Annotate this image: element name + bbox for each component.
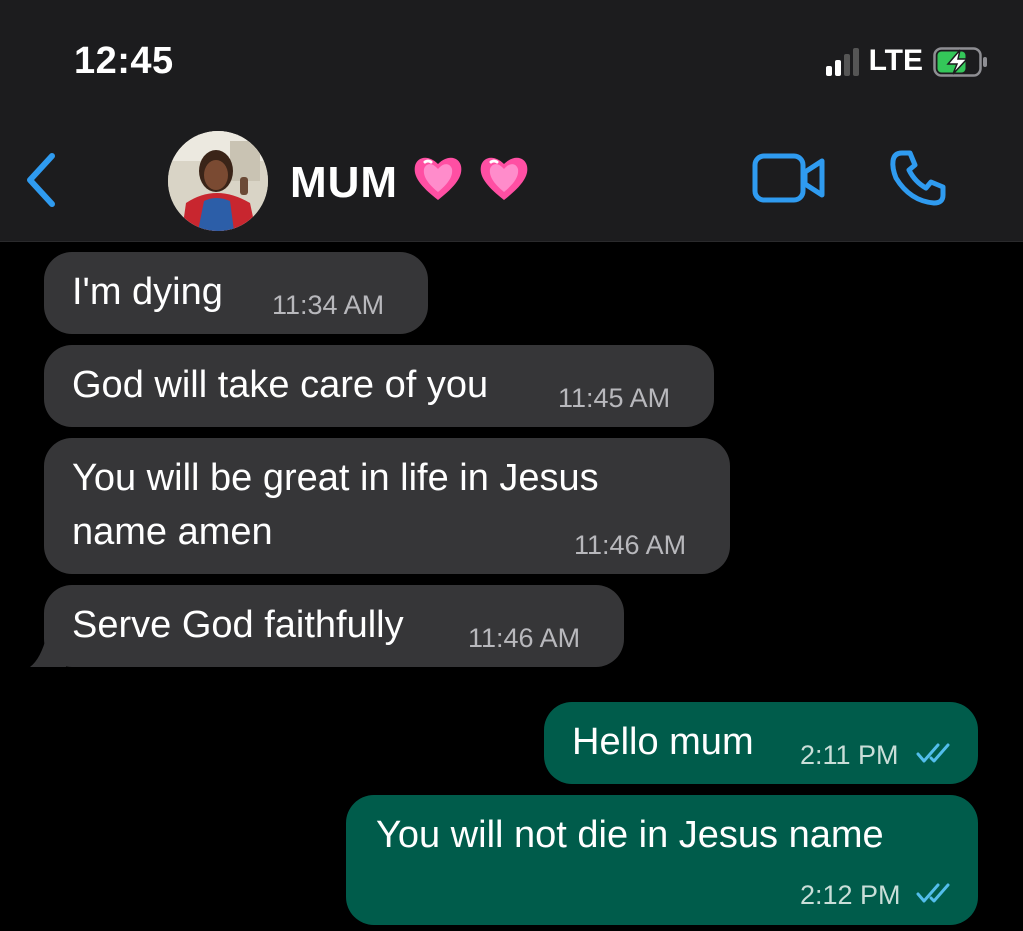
status-indicators: LTE bbox=[825, 44, 987, 78]
video-camera-icon bbox=[752, 153, 825, 203]
message-text: You will not die in Jesus name bbox=[376, 814, 884, 856]
chevron-left-icon bbox=[27, 153, 55, 207]
message-time: 11:46 AM bbox=[468, 623, 581, 653]
contact-avatar[interactable] bbox=[168, 131, 268, 231]
sparkling-heart-icon bbox=[480, 157, 528, 200]
network-type: LTE bbox=[868, 44, 923, 77]
message-bubble-outgoing[interactable]: You will not die in Jesus name 2:12 PM bbox=[346, 795, 978, 925]
message-text-line-1: You will be great in life in Jesus bbox=[72, 457, 599, 499]
back-button[interactable] bbox=[22, 150, 58, 215]
name-emoji bbox=[410, 150, 532, 206]
message-time: 11:34 AM bbox=[272, 290, 385, 320]
voice-call-button[interactable] bbox=[888, 148, 948, 213]
video-call-button[interactable] bbox=[752, 152, 826, 209]
phone-icon bbox=[890, 150, 946, 206]
message-time: 11:45 AM bbox=[558, 383, 671, 413]
message-text-line-2: name amen bbox=[72, 511, 273, 553]
message-bubble-outgoing[interactable]: Hello mum 2:11 PM bbox=[544, 702, 978, 784]
sparkling-heart-icon bbox=[414, 157, 462, 200]
cellular-signal-icon bbox=[825, 46, 859, 76]
bubble-tail bbox=[30, 630, 66, 667]
battery-charging-icon bbox=[933, 47, 987, 77]
message-time: 2:11 PM bbox=[800, 740, 899, 770]
chat-header: 12:45 LTE MUM bbox=[0, 0, 1023, 242]
read-receipt-icon bbox=[916, 743, 950, 763]
message-bubble-incoming[interactable]: I'm dying 11:34 AM bbox=[44, 252, 428, 334]
message-text: God will take care of you bbox=[72, 364, 489, 406]
contact-name[interactable]: MUM bbox=[290, 158, 398, 208]
message-time: 2:12 PM bbox=[800, 880, 901, 910]
message-text: Serve God faithfully bbox=[72, 604, 404, 646]
message-time: 11:46 AM bbox=[574, 530, 687, 560]
message-bubble-incoming[interactable]: Serve God faithfully 11:46 AM bbox=[44, 585, 624, 667]
status-time: 12:45 bbox=[74, 40, 174, 82]
message-text: Hello mum bbox=[572, 721, 754, 763]
read-receipt-icon bbox=[916, 883, 950, 903]
message-text: I'm dying bbox=[72, 271, 223, 313]
message-bubble-incoming[interactable]: You will be great in life in Jesus name … bbox=[44, 438, 730, 574]
message-bubble-incoming[interactable]: God will take care of you 11:45 AM bbox=[44, 345, 714, 427]
